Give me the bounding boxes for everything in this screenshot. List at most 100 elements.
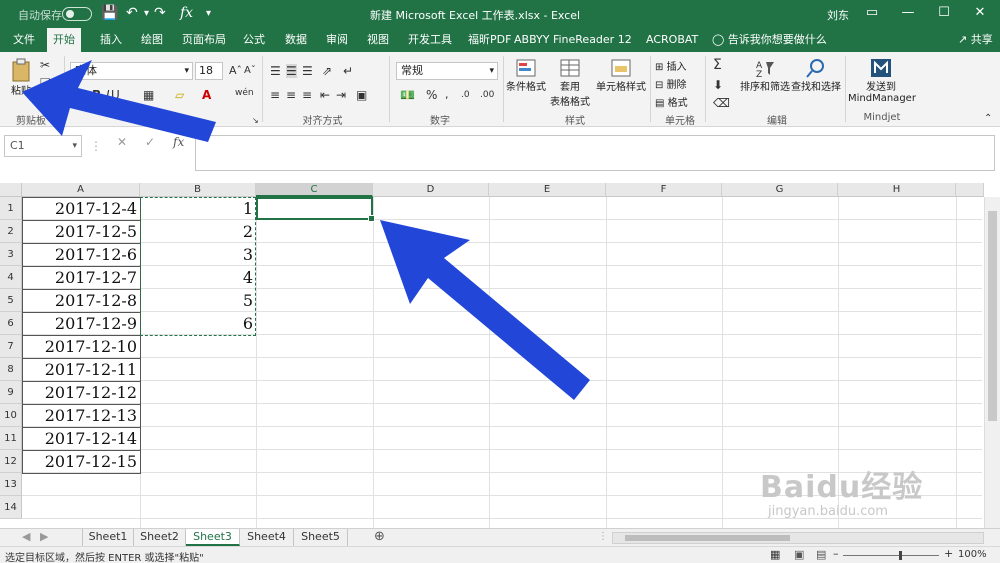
add-sheet-icon[interactable]: ⊕ [374,529,385,544]
normal-view-icon[interactable]: ▦ [770,548,780,561]
row-header-4[interactable]: 4 [0,266,22,289]
cell-a12[interactable]: 2017-12-15 [22,450,140,473]
row-header-8[interactable]: 8 [0,358,22,381]
name-box[interactable]: C1 ▾ [4,135,82,157]
select-all-corner[interactable] [0,183,22,197]
row-header-7[interactable]: 7 [0,335,22,358]
maximize-icon[interactable]: ☐ [932,3,956,23]
cell-a2[interactable]: 2017-12-5 [22,220,140,243]
number-format-combo[interactable]: 常规 ▾ [396,62,498,80]
row-header-6[interactable]: 6 [0,312,22,335]
row-header-14[interactable]: 14 [0,496,22,519]
align-middle-icon[interactable]: ☰ [286,64,297,78]
row-header-13[interactable]: 13 [0,473,22,496]
column-header-d[interactable]: D [373,183,489,197]
sheet-tab-5[interactable]: Sheet5 [294,529,348,546]
paste-button[interactable]: 粘贴 [6,58,36,97]
increase-indent-icon[interactable]: ⇥ [336,88,346,102]
redo-icon[interactable]: ↷ [154,5,166,21]
split-handle-icon[interactable]: ⋮ [598,531,608,542]
sort-filter-button[interactable]: AZ 排序和筛选 [738,58,792,93]
cancel-entry-icon[interactable]: ✕ [117,135,127,149]
active-cell-c1[interactable] [256,197,375,222]
italic-icon[interactable]: I [106,88,110,102]
cut-icon[interactable]: ✂ [40,58,50,72]
align-bottom-icon[interactable]: ☰ [302,64,313,78]
decrease-indent-icon[interactable]: ⇤ [320,88,330,102]
column-header-g[interactable]: G [722,183,838,197]
undo-dropdown-icon[interactable]: ▾ [144,8,149,19]
tab-page-layout[interactable]: 页面布局 [176,28,232,52]
align-right-icon[interactable]: ≡ [302,88,312,102]
confirm-entry-icon[interactable]: ✓ [145,135,155,149]
cell-style-button[interactable]: 单元格样式 [594,58,648,93]
find-select-button[interactable]: 查找和选择 [790,58,842,93]
fill-icon[interactable]: ⬇ [713,78,723,92]
cell-a1[interactable]: 2017-12-4 [22,197,140,220]
zoom-slider-knob[interactable] [899,551,902,560]
tell-me-search[interactable]: ◯ 告诉我你想要做什么 [712,28,827,52]
phonetic-icon[interactable]: wén [235,86,254,100]
cell-a4[interactable]: 2017-12-7 [22,266,140,289]
align-left-icon[interactable]: ≡ [270,88,280,102]
undo-icon[interactable]: ↶ [126,5,138,21]
vertical-scrollbar[interactable] [984,197,1000,528]
increase-font-icon[interactable]: Aˆ [229,64,242,78]
font-size-combo[interactable]: 18 [195,62,223,80]
column-header-c[interactable]: C [256,183,373,197]
page-layout-view-icon[interactable]: ▣ [794,548,804,561]
tab-insert[interactable]: 插入 [94,28,128,52]
insert-function-icon[interactable]: fx [173,135,184,149]
format-cells-button[interactable]: ▤ 格式 [655,94,688,109]
share-button[interactable]: ↗ 共享 [958,28,993,52]
row-header-9[interactable]: 9 [0,381,22,404]
horizontal-scroll-thumb[interactable] [625,535,790,541]
cell-a10[interactable]: 2017-12-13 [22,404,140,427]
increase-decimal-icon[interactable]: .0 [461,88,470,102]
ribbon-display-icon[interactable]: ▭ [860,3,884,23]
bold-icon[interactable]: B [92,88,101,102]
cell-a5[interactable]: 2017-12-8 [22,289,140,312]
cell-a9[interactable]: 2017-12-12 [22,381,140,404]
insert-cells-button[interactable]: ⊞ 插入 [655,58,687,73]
cell-a6[interactable]: 2017-12-9 [22,312,140,335]
align-center-icon[interactable]: ≡ [286,88,296,102]
cell-a7[interactable]: 2017-12-10 [22,335,140,358]
accounting-icon[interactable]: 💵 [400,88,415,102]
cell-a3[interactable]: 2017-12-6 [22,243,140,266]
font-name-combo[interactable]: 宋体 ▾ [70,62,193,80]
customize-qat-icon[interactable]: ▾ [206,8,211,19]
column-header-a[interactable]: A [22,183,140,197]
formula-input[interactable] [195,135,995,171]
cell-a8[interactable]: 2017-12-11 [22,358,140,381]
tab-formulas[interactable]: 公式 [237,28,271,52]
table-format-button[interactable]: 套用 表格格式 [548,58,592,108]
function-icon[interactable]: fx [180,5,193,21]
save-icon[interactable]: 💾 [101,5,118,21]
sheet-tab-4[interactable]: Sheet4 [240,529,294,546]
zoom-in-icon[interactable]: + [944,547,953,560]
row-header-5[interactable]: 5 [0,289,22,312]
tab-view[interactable]: 视图 [361,28,395,52]
comma-style-icon[interactable]: , [445,88,449,102]
copy-icon[interactable]: ❏ [40,76,51,90]
conditional-format-button[interactable]: 条件格式 [506,58,546,93]
column-header-f[interactable]: F [606,183,722,197]
column-header-h[interactable]: H [838,183,956,197]
row-header-3[interactable]: 3 [0,243,22,266]
dialog-launcher-icon[interactable]: ↘ [252,114,259,128]
orientation-icon[interactable]: ⇗ [322,64,332,78]
send-mindmanager-button[interactable]: 发送到 MindManager [848,58,916,104]
delete-cells-button[interactable]: ⊟ 删除 [655,76,687,91]
zoom-level[interactable]: 100% [958,549,987,560]
autosum-icon[interactable]: Σ [713,58,722,72]
row-header-10[interactable]: 10 [0,404,22,427]
tab-file[interactable]: 文件 [7,28,41,52]
sheet-tab-2[interactable]: Sheet2 [134,529,186,546]
fill-color-icon[interactable]: ▱ [175,88,184,102]
zoom-slider[interactable] [843,551,939,560]
next-sheet-icon[interactable]: ▶ [40,530,48,543]
horizontal-scrollbar[interactable] [612,532,984,544]
cell-a11[interactable]: 2017-12-14 [22,427,140,450]
decrease-font-icon[interactable]: Aˇ [244,64,256,78]
